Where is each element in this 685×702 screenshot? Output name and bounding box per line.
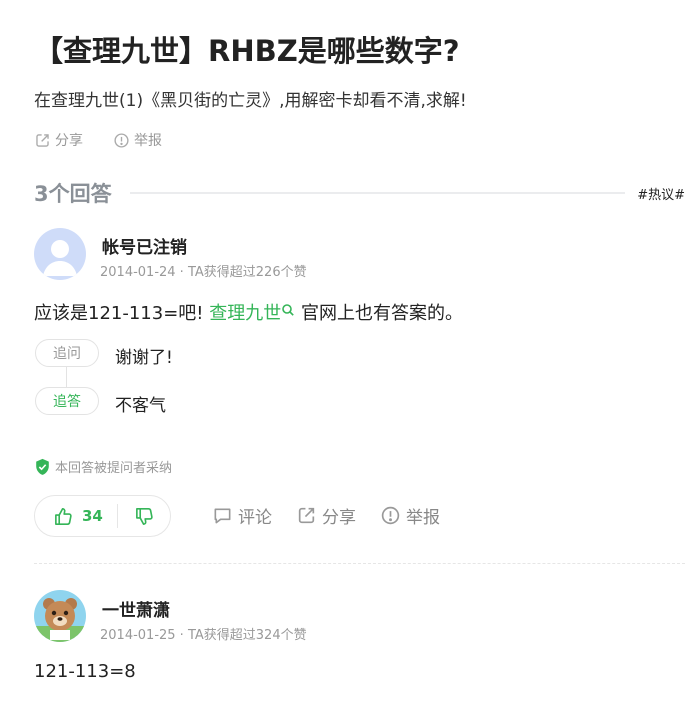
dislike-button[interactable] bbox=[118, 496, 170, 536]
answer-meta: 2014-01-24 · TA获得超过226个赞 bbox=[100, 265, 307, 280]
answer-author[interactable]: 帐号已注销 bbox=[102, 233, 187, 258]
report-icon bbox=[114, 132, 129, 148]
keyword-link[interactable]: 查理九世 bbox=[209, 303, 295, 324]
answer-author[interactable]: 一世萧潇 bbox=[102, 596, 170, 621]
answer-report-button[interactable]: 举报 bbox=[380, 503, 440, 528]
followup-ask-pill: 追问 bbox=[35, 339, 99, 367]
question-report-button[interactable]: 举报 bbox=[113, 130, 162, 150]
question-share-button[interactable]: 分享 bbox=[34, 130, 83, 150]
answer-content-before: 应该是121-113=吧! bbox=[34, 303, 204, 324]
default-avatar-icon bbox=[34, 228, 86, 280]
share-icon bbox=[298, 507, 315, 524]
search-icon bbox=[282, 304, 295, 316]
thumbs-up-icon bbox=[55, 507, 72, 525]
answer-content: 121-113=8 bbox=[34, 661, 136, 682]
answer-meta: 2014-01-25 · TA获得超过324个赞 bbox=[100, 628, 307, 643]
report-icon bbox=[381, 506, 400, 525]
avatar[interactable] bbox=[34, 590, 86, 642]
like-count: 34 bbox=[82, 507, 103, 525]
accepted-notice: 本回答被提问者采纳 bbox=[34, 457, 172, 476]
answers-header: 3个回答 #热议# bbox=[34, 176, 685, 210]
share-icon bbox=[36, 133, 49, 147]
vote-control: 34 bbox=[34, 495, 171, 537]
followup-ask-text: 谢谢了! bbox=[115, 348, 173, 368]
comment-button[interactable]: 评论 bbox=[212, 503, 272, 528]
answer-content-after: 官网上也有答案的。 bbox=[300, 303, 463, 324]
accepted-label: 本回答被提问者采纳 bbox=[55, 461, 173, 476]
answer-content: 应该是121-113=吧! 查理九世 官网上也有答案的。 bbox=[34, 299, 463, 325]
question-share-label: 分享 bbox=[55, 133, 83, 149]
followup-connector bbox=[66, 367, 67, 387]
followup-reply-text: 不客气 bbox=[115, 396, 166, 416]
answers-count: 3个回答 bbox=[34, 182, 112, 206]
avatar[interactable] bbox=[34, 228, 86, 280]
shield-check-icon bbox=[36, 458, 49, 475]
answer-share-label: 分享 bbox=[322, 508, 356, 528]
keyword-text: 查理九世 bbox=[209, 303, 282, 324]
answer-divider bbox=[34, 563, 685, 564]
bear-avatar-icon bbox=[34, 590, 86, 642]
question-description: 在查理九世(1)《黑贝街的亡灵》,用解密卡却看不清,求解! bbox=[34, 91, 467, 111]
like-button[interactable]: 34 bbox=[35, 496, 117, 536]
followup-reply-pill: 追答 bbox=[35, 387, 99, 415]
thumbs-down-icon bbox=[135, 507, 153, 525]
question-actions: 分享 举报 bbox=[34, 130, 162, 150]
comment-label: 评论 bbox=[238, 508, 272, 528]
answer-share-button[interactable]: 分享 bbox=[296, 503, 356, 528]
answer-actions: 评论 分享 举报 bbox=[212, 503, 440, 528]
question-title: 【查理九世】RHBZ是哪些数字? bbox=[34, 34, 460, 68]
comment-icon bbox=[214, 508, 231, 524]
question-report-label: 举报 bbox=[134, 133, 162, 149]
answers-header-line bbox=[129, 192, 626, 194]
answer-report-label: 举报 bbox=[406, 508, 440, 528]
hot-topic-tag[interactable]: #热议# bbox=[637, 184, 685, 203]
